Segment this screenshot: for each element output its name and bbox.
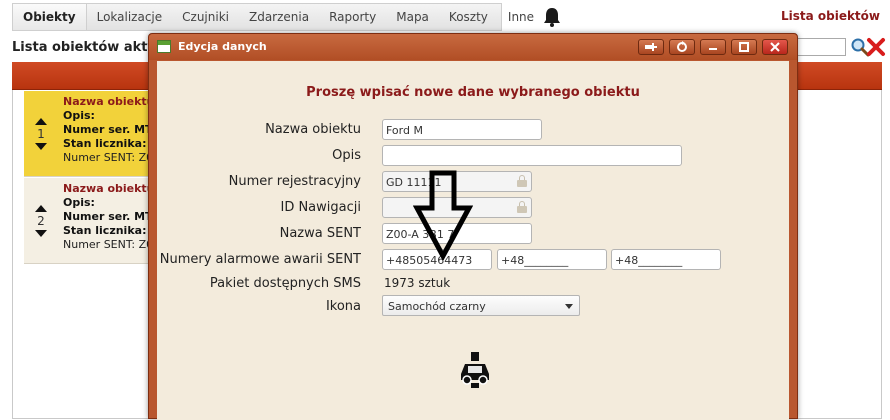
icon-select[interactable]: Samochód czarny bbox=[382, 295, 580, 316]
move-down-icon[interactable] bbox=[35, 142, 47, 150]
move-down-icon[interactable] bbox=[35, 229, 47, 237]
row-line: Stan licznika: 1 bbox=[63, 137, 158, 150]
search-input[interactable] bbox=[790, 38, 846, 56]
row-text: Nazwa obiektu Opis: Numer ser. MT0 Stan … bbox=[63, 95, 160, 165]
row-line: Stan licznika: 1 bbox=[63, 224, 158, 237]
chevron-down-icon bbox=[565, 304, 573, 309]
row-line: Numer ser. MT0 bbox=[63, 210, 161, 223]
row-line: Numer SENT: Z0 bbox=[63, 238, 154, 251]
row-line: Opis: bbox=[63, 196, 95, 209]
registration-label: Numer rejestracyjny bbox=[228, 174, 361, 189]
nav-item-inne[interactable]: Inne bbox=[498, 4, 544, 30]
description-label: Opis bbox=[332, 148, 361, 163]
car-icon bbox=[461, 352, 489, 388]
maximize-icon bbox=[739, 42, 749, 52]
row-order-control[interactable]: 1 bbox=[24, 91, 58, 176]
edit-data-dialog: Edycja danych Proszę wpisać nowe dane wy… bbox=[148, 33, 798, 420]
maximize-button[interactable] bbox=[731, 39, 757, 55]
alarm-number-2-input[interactable]: +48________ bbox=[497, 249, 607, 270]
refresh-button[interactable] bbox=[669, 39, 695, 55]
row-line: Numer SENT: Z0 bbox=[63, 151, 154, 164]
row-index: 1 bbox=[37, 126, 45, 141]
form-heading: Proszę wpisać nowe dane wybranego obiekt… bbox=[306, 85, 640, 100]
lock-icon bbox=[517, 175, 527, 187]
sms-package-value: 1973 sztuk bbox=[384, 276, 451, 290]
row-title: Nazwa obiektu bbox=[63, 95, 155, 108]
nav-item-czujniki[interactable]: Czujniki bbox=[172, 4, 239, 30]
page-title: Lista obiektów akty bbox=[12, 40, 156, 55]
icon-label: Ikona bbox=[325, 299, 361, 314]
minimize-button[interactable] bbox=[700, 39, 726, 55]
minimize-icon bbox=[709, 48, 717, 50]
icon-select-value: Samochód czarny bbox=[388, 300, 486, 313]
arrow-down-icon bbox=[413, 170, 473, 260]
dialog-body: Proszę wpisać nowe dane wybranego obiekt… bbox=[157, 61, 789, 420]
object-list-link[interactable]: Lista obiektów bbox=[781, 9, 880, 23]
dialog-titlebar[interactable]: Edycja danych bbox=[149, 34, 797, 60]
row-text: Nazwa obiektu Opis: Numer ser. MT0 Stan … bbox=[63, 182, 160, 252]
row-order-control[interactable]: 2 bbox=[24, 178, 58, 263]
nav-item-zdarzenia[interactable]: Zdarzenia bbox=[239, 4, 319, 30]
move-up-icon[interactable] bbox=[35, 117, 47, 125]
list-item[interactable]: 1 Nazwa obiektu Opis: Numer ser. MT0 Sta… bbox=[24, 91, 160, 177]
list-item[interactable]: 2 Nazwa obiektu Opis: Numer ser. MT0 Sta… bbox=[24, 178, 160, 264]
nav-item-raporty[interactable]: Raporty bbox=[319, 4, 386, 30]
sms-package-label: Pakiet dostępnych SMS bbox=[209, 276, 361, 291]
nav-item-obiekty[interactable]: Obiekty bbox=[13, 4, 87, 30]
navigation-id-label: ID Nawigacji bbox=[280, 200, 361, 215]
description-input[interactable] bbox=[382, 145, 682, 166]
nav-item-koszty[interactable]: Koszty bbox=[439, 4, 498, 30]
close-icon bbox=[770, 42, 780, 52]
lock-icon bbox=[517, 201, 527, 213]
row-title: Nazwa obiektu bbox=[63, 182, 155, 195]
move-up-icon[interactable] bbox=[35, 204, 47, 212]
dialog-title: Edycja danych bbox=[178, 40, 267, 53]
pin-icon bbox=[645, 43, 657, 51]
main-nav: Obiekty Lokalizacje Czujniki Zdarzenia R… bbox=[12, 3, 534, 31]
row-index: 2 bbox=[37, 213, 45, 228]
close-button[interactable] bbox=[762, 39, 788, 55]
nav-item-mapa[interactable]: Mapa bbox=[386, 4, 439, 30]
alarm-number-3-input[interactable]: +48________ bbox=[611, 249, 721, 270]
nav-item-lokalizacje[interactable]: Lokalizacje bbox=[87, 4, 173, 30]
row-line: Opis: bbox=[63, 109, 95, 122]
object-name-input[interactable]: Ford M bbox=[382, 119, 542, 140]
pin-button[interactable] bbox=[638, 39, 664, 55]
alarm-numbers-label: Numery alarmowe awarii SENT bbox=[159, 252, 361, 267]
bell-icon[interactable] bbox=[541, 6, 563, 28]
row-line: Numer ser. MT0 bbox=[63, 123, 161, 136]
object-name-label: Nazwa obiektu bbox=[265, 122, 361, 137]
window-icon bbox=[157, 40, 171, 53]
refresh-icon bbox=[677, 41, 687, 52]
sent-name-label: Nazwa SENT bbox=[279, 226, 361, 241]
clear-icon[interactable] bbox=[866, 37, 886, 57]
